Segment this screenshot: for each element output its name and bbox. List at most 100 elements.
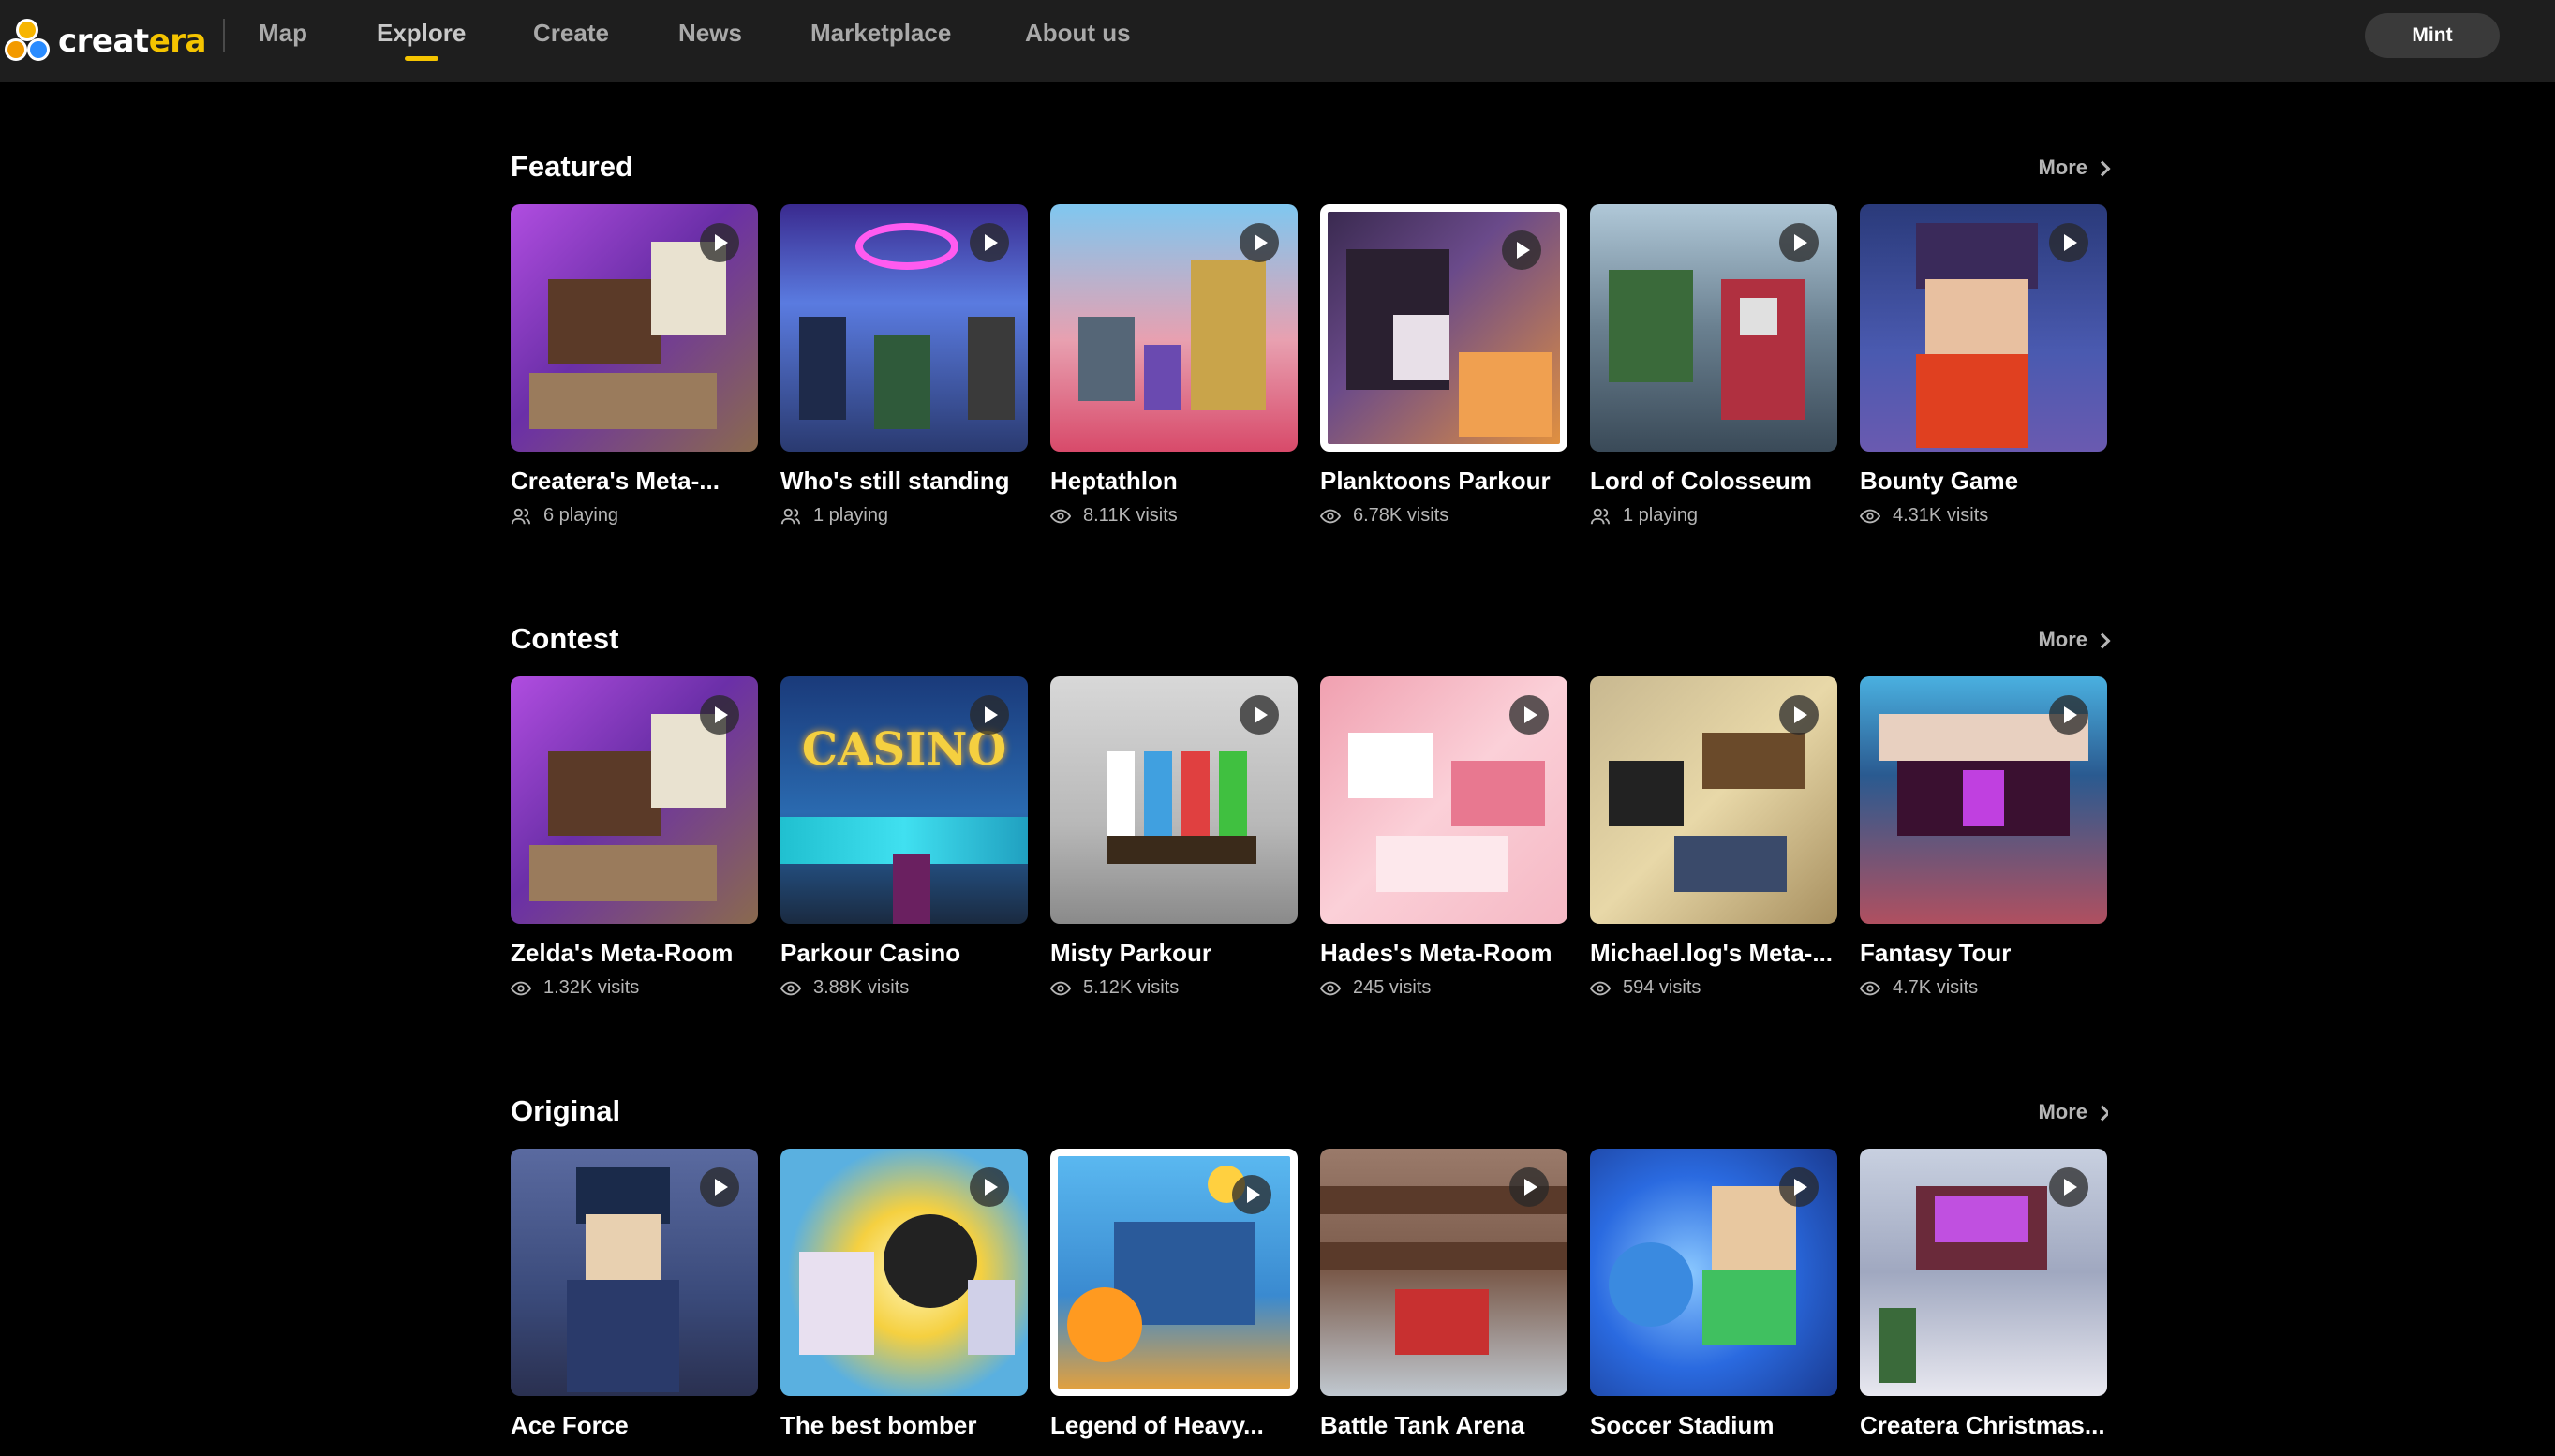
game-card[interactable]: Createra Christmas... [1860, 1149, 2107, 1440]
play-icon[interactable] [970, 223, 1009, 262]
game-thumbnail [1860, 1149, 2107, 1396]
play-icon[interactable] [1502, 230, 1541, 270]
play-icon[interactable] [2049, 1167, 2088, 1207]
card-title: Bounty Game [1860, 467, 2019, 495]
card-title: Planktoons Parkour [1320, 467, 1551, 495]
game-card[interactable]: Zelda's Meta-Room 1.32K visits [511, 676, 758, 999]
more-link[interactable]: More [2038, 1100, 2108, 1124]
play-icon[interactable] [700, 695, 739, 735]
eye-icon [780, 981, 801, 995]
play-icon[interactable] [1240, 223, 1279, 262]
card-title: Soccer Stadium [1590, 1411, 1775, 1439]
eye-icon [1050, 509, 1071, 523]
chevron-right-icon [2094, 160, 2111, 177]
chevron-right-icon [2094, 1105, 2108, 1122]
game-card[interactable]: Lord of Colosseum 1 playing [1590, 204, 1837, 527]
game-thumbnail [511, 204, 758, 452]
card-title: Heptathlon [1050, 467, 1178, 495]
play-icon[interactable] [1509, 695, 1549, 735]
game-thumbnail [1590, 676, 1837, 924]
game-card[interactable]: Who's still standing 1 playing [780, 204, 1028, 527]
players-icon [1590, 508, 1611, 524]
game-card[interactable]: Bounty Game 4.31K visits [1860, 204, 2107, 527]
card-row: Createra's Meta-... 6 playing Who's stil… [511, 204, 2108, 542]
game-card[interactable]: CASINO Parkour Casino 3.88K visits [780, 676, 1028, 999]
players-icon [511, 508, 531, 524]
nav-link-news[interactable]: News [678, 19, 742, 48]
card-stat: 8.11K visits [1050, 505, 1298, 527]
game-thumbnail [1050, 204, 1298, 452]
game-thumbnail [1590, 204, 1837, 452]
play-icon[interactable] [2049, 695, 2088, 735]
eye-icon [1590, 981, 1611, 995]
card-row: Zelda's Meta-Room 1.32K visits CASINO Pa… [511, 676, 2108, 1014]
game-thumbnail [1320, 676, 1567, 924]
play-icon[interactable] [1779, 1167, 1819, 1207]
card-title: Hades's Meta-Room [1320, 939, 1552, 967]
eye-icon [511, 981, 531, 995]
card-title: Fantasy Tour [1860, 939, 2012, 967]
game-card[interactable]: Heptathlon 8.11K visits [1050, 204, 1298, 527]
game-card[interactable]: Planktoons Parkour 6.78K visits [1320, 204, 1567, 527]
section-original: Original More Ace Force The best bomber [511, 1094, 2108, 1456]
game-card[interactable]: Soccer Stadium [1590, 1149, 1837, 1440]
play-icon[interactable] [700, 1167, 739, 1207]
eye-icon [1050, 981, 1071, 995]
more-link[interactable]: More [2038, 156, 2111, 180]
game-card[interactable]: Createra's Meta-... 6 playing [511, 204, 758, 527]
game-thumbnail [1860, 676, 2107, 924]
play-icon[interactable] [700, 223, 739, 262]
card-title: Createra Christmas... [1860, 1411, 2105, 1439]
game-thumbnail [511, 676, 758, 924]
play-icon[interactable] [1240, 695, 1279, 735]
game-card[interactable]: Michael.log's Meta-... 594 visits [1590, 676, 1837, 999]
game-card[interactable]: Legend of Heavy... [1050, 1149, 1298, 1440]
game-thumbnail [1050, 1149, 1298, 1396]
play-icon[interactable] [1779, 695, 1819, 735]
card-stat: 4.7K visits [1860, 977, 2107, 999]
nav-link-map[interactable]: Map [259, 19, 307, 48]
card-title: Zelda's Meta-Room [511, 939, 734, 967]
mint-button[interactable]: Mint [2365, 13, 2500, 58]
top-navbar: createra Map Explore Create News Marketp… [0, 0, 2555, 82]
card-stat: 1 playing [1590, 505, 1837, 527]
section-featured: Featured More Createra's Meta-... 6 play… [511, 150, 2111, 543]
eye-icon [1860, 509, 1880, 523]
more-link[interactable]: More [2038, 628, 2111, 652]
section-contest: Contest More Zelda's Meta-Room 1.32K vis… [511, 622, 2111, 1016]
card-title: The best bomber [780, 1411, 977, 1439]
game-card[interactable]: Misty Parkour 5.12K visits [1050, 676, 1298, 999]
eye-icon [1860, 981, 1880, 995]
card-title: Who's still standing [780, 467, 1010, 495]
card-title: Misty Parkour [1050, 939, 1211, 967]
game-thumbnail [1320, 1149, 1567, 1396]
play-icon[interactable] [1779, 223, 1819, 262]
nav-link-explore[interactable]: Explore [377, 19, 466, 48]
game-thumbnail: CASINO [780, 676, 1028, 924]
card-title: Lord of Colosseum [1590, 467, 1812, 495]
game-card[interactable]: Battle Tank Arena [1320, 1149, 1567, 1440]
game-thumbnail [511, 1149, 758, 1396]
card-title: Parkour Casino [780, 939, 961, 967]
play-icon[interactable] [970, 695, 1009, 735]
section-title: Original [511, 1094, 621, 1127]
play-icon[interactable] [2049, 223, 2088, 262]
game-thumbnail [1050, 676, 1298, 924]
nav-divider [223, 19, 225, 52]
logo-wordmark: createra [58, 22, 206, 60]
nav-link-about-us[interactable]: About us [1025, 19, 1131, 48]
play-icon[interactable] [1232, 1175, 1271, 1214]
nav-link-create[interactable]: Create [533, 19, 609, 48]
eye-icon [1320, 509, 1341, 523]
createra-logo[interactable]: createra [4, 15, 206, 67]
play-icon[interactable] [970, 1167, 1009, 1207]
game-card[interactable]: Hades's Meta-Room 245 visits [1320, 676, 1567, 999]
game-card[interactable]: The best bomber [780, 1149, 1028, 1440]
play-icon[interactable] [1509, 1167, 1549, 1207]
nav-link-marketplace[interactable]: Marketplace [810, 19, 951, 48]
game-card[interactable]: Fantasy Tour 4.7K visits [1860, 676, 2107, 999]
card-title: Michael.log's Meta-... [1590, 939, 1834, 967]
game-card[interactable]: Ace Force [511, 1149, 758, 1440]
card-stat: 5.12K visits [1050, 977, 1298, 999]
card-stat: 594 visits [1590, 977, 1837, 999]
